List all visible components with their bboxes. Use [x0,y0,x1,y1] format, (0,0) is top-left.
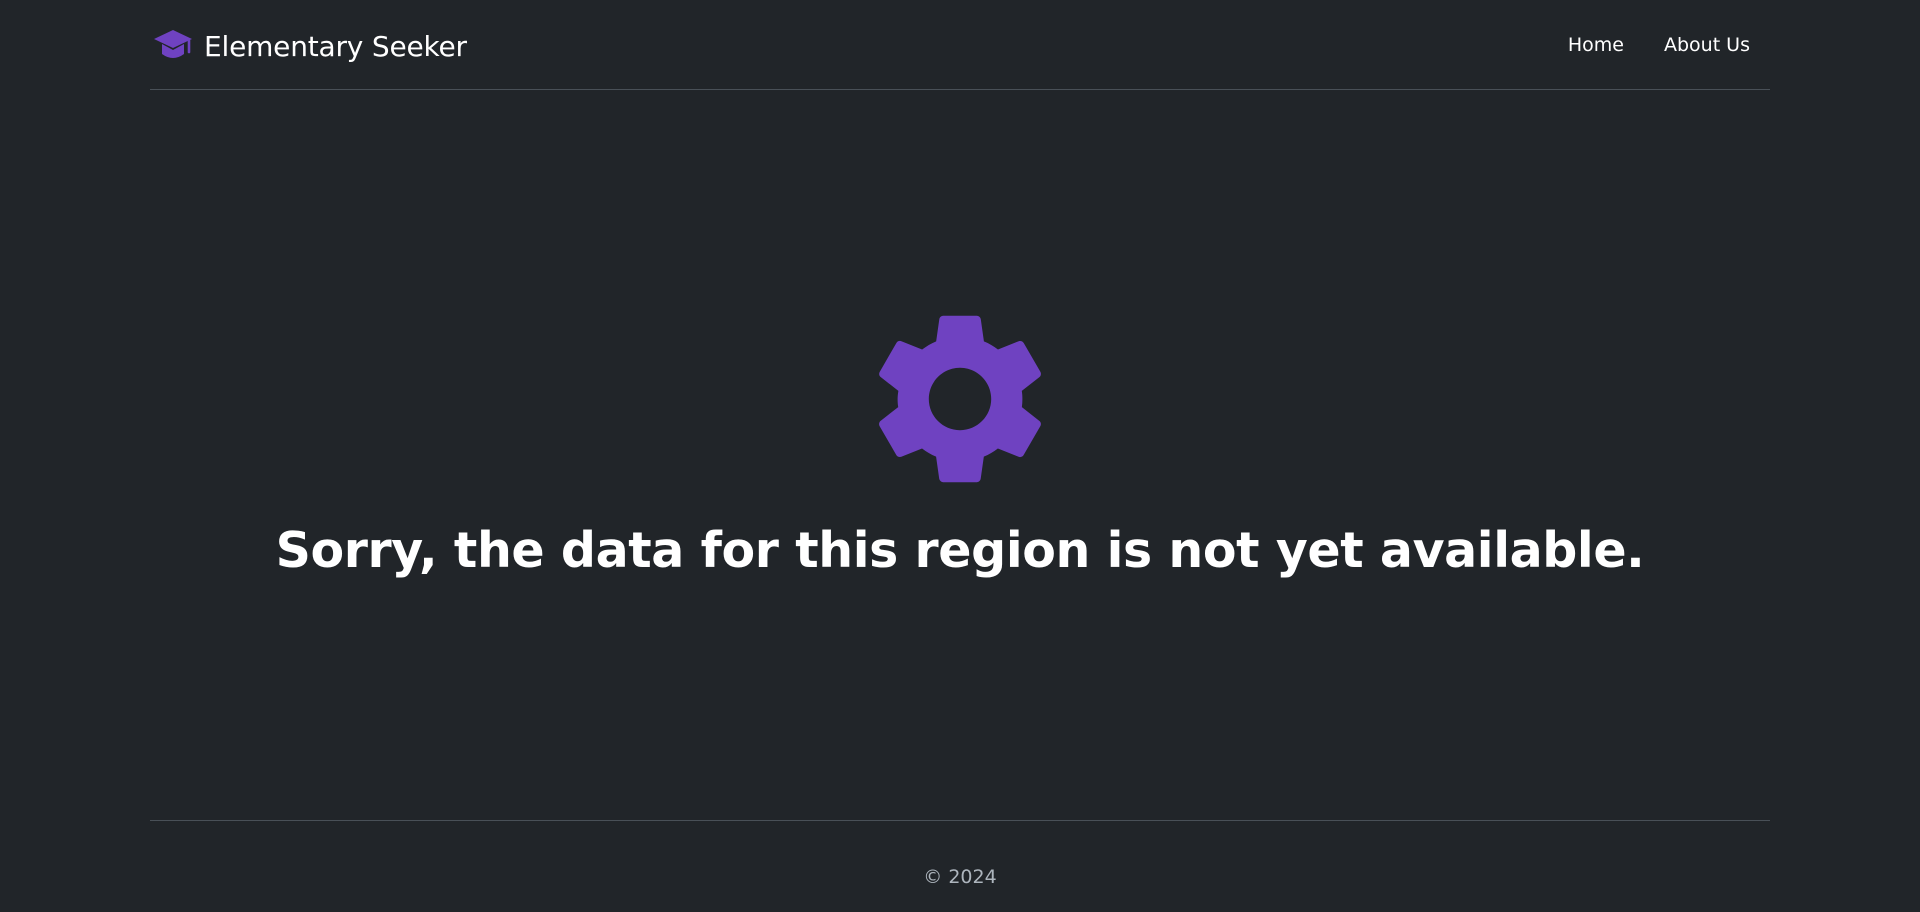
copyright-text: © 2024 [923,866,997,888]
site-header: Elementary Seeker Home About Us [150,0,1770,90]
site-footer: © 2024 [150,820,1770,912]
brand-name: Elementary Seeker [204,29,467,63]
nav-link-about-us[interactable]: About Us [1644,30,1770,60]
unavailable-message: Sorry, the data for this region is not y… [275,522,1645,579]
main-nav: Home About Us [1548,30,1770,60]
brand-link[interactable]: Elementary Seeker [152,26,467,66]
gear-icon [856,295,1064,503]
graduation-cap-icon [152,28,194,64]
nav-link-home[interactable]: Home [1548,30,1644,60]
main-content: Sorry, the data for this region is not y… [0,90,1920,820]
